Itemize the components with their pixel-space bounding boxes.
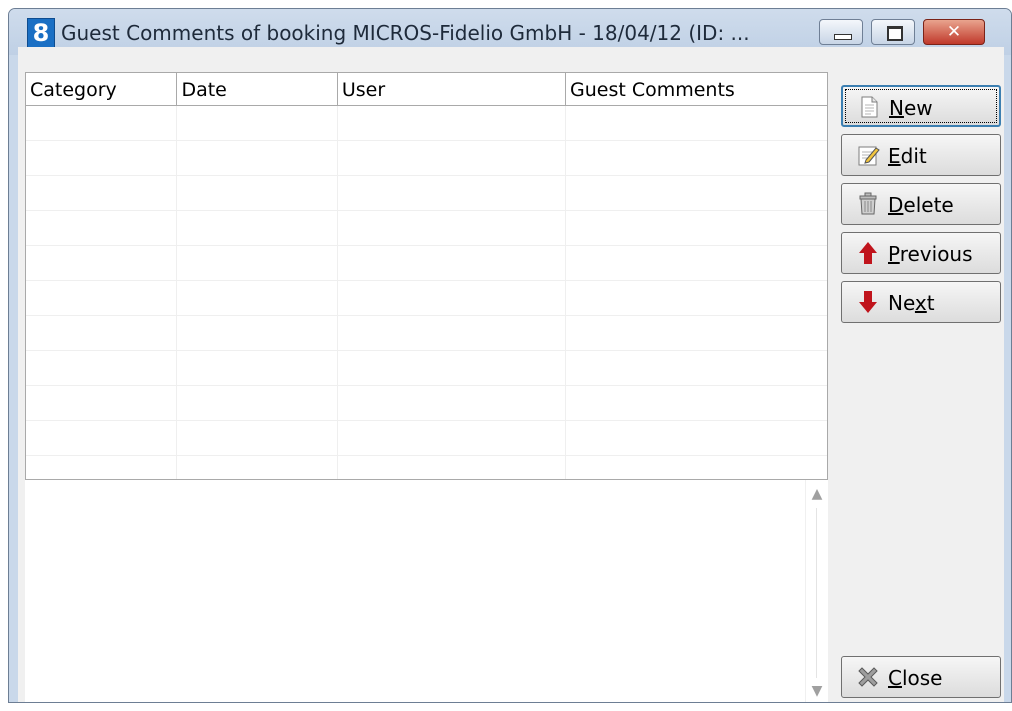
table-cell <box>338 456 566 479</box>
table-cell <box>26 141 178 175</box>
table-cell <box>566 316 827 350</box>
app-icon: 8 <box>27 18 55 48</box>
next-button[interactable]: Next <box>841 281 1001 323</box>
table-cell <box>26 176 178 210</box>
table-cell <box>566 246 827 280</box>
edit-button[interactable]: Edit <box>841 134 1001 176</box>
client-area: Category Date User Guest Comments ▲ ▼ Ne… <box>18 47 1004 702</box>
table-cell <box>177 456 338 479</box>
scroll-up-icon[interactable]: ▲ <box>806 483 828 505</box>
maximize-button[interactable] <box>871 19 915 45</box>
table-cell <box>26 386 178 420</box>
previous-button-label: Previous <box>888 242 973 266</box>
table-cell <box>566 351 827 385</box>
table-cell <box>26 246 178 280</box>
grid-header: Category Date User Guest Comments <box>26 73 827 106</box>
table-cell <box>26 211 178 245</box>
edit-icon <box>858 146 880 166</box>
table-cell <box>177 106 338 140</box>
table-cell <box>177 421 338 455</box>
close-x-icon <box>858 667 878 687</box>
table-cell <box>338 246 566 280</box>
table-cell <box>177 176 338 210</box>
column-header-user[interactable]: User <box>338 73 566 105</box>
window-title: Guest Comments of booking MICROS-Fidelio… <box>61 21 750 45</box>
column-header-category[interactable]: Category <box>26 73 178 105</box>
table-row[interactable] <box>26 246 827 281</box>
table-cell <box>26 281 178 315</box>
comments-grid[interactable]: Category Date User Guest Comments <box>25 72 828 480</box>
table-cell <box>338 421 566 455</box>
comment-text-area[interactable]: ▲ ▼ <box>25 480 828 702</box>
trash-icon <box>859 192 877 215</box>
table-cell <box>338 281 566 315</box>
table-row[interactable] <box>26 211 827 246</box>
table-cell <box>26 106 178 140</box>
table-row[interactable] <box>26 421 827 456</box>
table-cell <box>338 176 566 210</box>
table-cell <box>177 316 338 350</box>
table-row[interactable] <box>26 351 827 386</box>
maximize-icon <box>887 26 903 41</box>
table-cell <box>177 386 338 420</box>
table-row[interactable] <box>26 141 827 176</box>
table-cell <box>177 281 338 315</box>
table-cell <box>26 351 178 385</box>
close-window-button[interactable]: ✕ <box>923 19 985 45</box>
close-button-label: Close <box>888 666 943 690</box>
table-cell <box>177 246 338 280</box>
new-button[interactable]: New <box>841 85 1001 127</box>
table-cell <box>566 386 827 420</box>
table-cell <box>566 176 827 210</box>
table-cell <box>566 211 827 245</box>
minimize-icon <box>834 34 852 40</box>
scroll-down-icon[interactable]: ▼ <box>806 680 828 702</box>
table-cell <box>338 316 566 350</box>
table-cell <box>566 281 827 315</box>
table-cell <box>566 106 827 140</box>
close-button[interactable]: Close <box>841 656 1001 698</box>
delete-button[interactable]: Delete <box>841 183 1001 225</box>
close-icon: ✕ <box>946 22 962 42</box>
table-cell <box>338 351 566 385</box>
table-cell <box>26 456 178 479</box>
scroll-track[interactable] <box>816 508 817 678</box>
column-header-guest-comments[interactable]: Guest Comments <box>566 73 827 105</box>
table-cell <box>26 421 178 455</box>
guest-comments-window: 8 Guest Comments of booking MICROS-Fidel… <box>8 8 1012 703</box>
table-cell <box>566 421 827 455</box>
table-cell <box>177 351 338 385</box>
column-header-date[interactable]: Date <box>177 73 338 105</box>
document-icon <box>861 96 878 118</box>
delete-button-label: Delete <box>888 193 954 217</box>
vertical-scrollbar[interactable]: ▲ ▼ <box>805 480 828 702</box>
table-cell <box>566 141 827 175</box>
table-row[interactable] <box>26 281 827 316</box>
arrow-up-icon <box>859 242 877 264</box>
table-cell <box>177 141 338 175</box>
previous-button[interactable]: Previous <box>841 232 1001 274</box>
next-button-label: Next <box>888 291 935 315</box>
table-row[interactable] <box>26 456 827 479</box>
table-cell <box>566 456 827 479</box>
table-cell <box>338 141 566 175</box>
table-cell <box>177 211 338 245</box>
table-cell <box>338 106 566 140</box>
table-cell <box>26 316 178 350</box>
minimize-button[interactable] <box>819 19 863 45</box>
table-cell <box>338 211 566 245</box>
table-row[interactable] <box>26 386 827 421</box>
new-button-label: New <box>889 96 933 120</box>
edit-button-label: Edit <box>888 144 927 168</box>
table-row[interactable] <box>26 106 827 141</box>
grid-rows <box>26 106 827 479</box>
table-row[interactable] <box>26 316 827 351</box>
table-cell <box>338 386 566 420</box>
arrow-down-icon <box>859 291 877 313</box>
table-row[interactable] <box>26 176 827 211</box>
